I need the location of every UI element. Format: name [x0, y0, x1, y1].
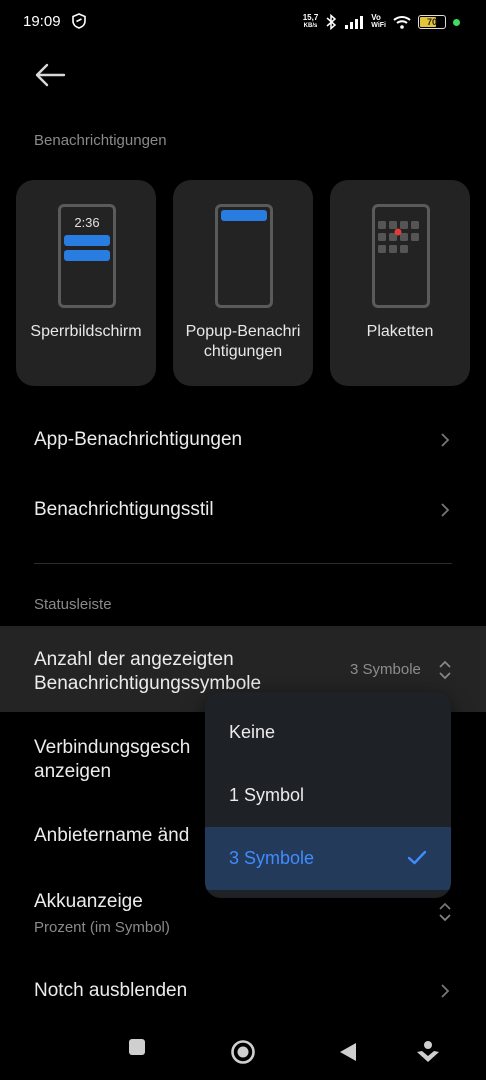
- net-speed: 15,7 KB/s: [303, 14, 319, 30]
- popup-phone-icon: [215, 204, 273, 308]
- card-popup[interactable]: Popup-Benachri chtigungen: [173, 180, 313, 386]
- updown-chevron-icon: [439, 902, 451, 922]
- notification-bar-2: [64, 250, 110, 261]
- status-icons: 15,7 KB/s Vo WiFi 70: [303, 10, 460, 34]
- chevron-right-icon: [441, 433, 450, 447]
- icons-count-dropdown: Keine 1 Symbol 3 Symbole: [205, 692, 451, 898]
- card-popup-label-line1: Popup-Benachri: [185, 323, 301, 340]
- wifi-icon: [393, 16, 411, 29]
- privacy-dot: [453, 18, 460, 26]
- net-speed-value: 15,7: [302, 13, 319, 22]
- lockscreen-phone-icon: 2:36: [58, 204, 116, 308]
- checkmark-icon: [407, 850, 427, 865]
- divider: [34, 563, 452, 564]
- connection-speed-line2: anzeigen: [34, 761, 112, 782]
- back-arrow-icon[interactable]: [34, 62, 66, 88]
- section-statusbar: Statusleiste: [34, 596, 112, 613]
- carrier-name-row[interactable]: Anbietername änd: [34, 825, 189, 847]
- battery-indicator-row[interactable]: Akkuanzeige: [34, 891, 143, 913]
- option-3-symbols-label: 3 Symbole: [229, 848, 315, 868]
- card-badges[interactable]: Plaketten: [330, 180, 470, 386]
- card-badges-label: Plaketten: [366, 323, 434, 340]
- icons-count-title: Anzahl der angezeigten Benachrichtigungs…: [34, 648, 261, 696]
- icons-count-value: 3 Symbole: [350, 661, 421, 678]
- shield-icon: [72, 13, 86, 29]
- vowifi-bottom: WiFi: [371, 22, 386, 29]
- icons-count-title-line1: Anzahl der angezeigten: [34, 649, 234, 670]
- notification-bar-1: [64, 235, 110, 246]
- chevron-right-icon: [441, 503, 450, 517]
- bluetooth-icon: [326, 14, 337, 30]
- option-none[interactable]: Keine: [205, 701, 451, 764]
- status-time: 19:09: [23, 13, 61, 30]
- connection-speed-line1: Verbindungsgesch: [34, 737, 191, 758]
- lockscreen-clock: 2:36: [74, 215, 100, 230]
- badges-phone-icon: [372, 204, 430, 308]
- battery-icon: 70: [418, 15, 446, 29]
- connection-speed-row[interactable]: Verbindungsgesch anzeigen: [34, 736, 190, 784]
- updown-chevron-icon: [439, 660, 451, 680]
- app-grid-icon: [378, 221, 419, 253]
- recents-icon[interactable]: [128, 1038, 146, 1056]
- assistant-icon[interactable]: [415, 1038, 441, 1064]
- card-lockscreen[interactable]: 2:36 Sperrbildschirm: [16, 180, 156, 386]
- option-1-symbol[interactable]: 1 Symbol: [205, 764, 451, 827]
- option-3-symbols[interactable]: 3 Symbole: [205, 827, 451, 890]
- card-popup-label-line2: chtigungen: [203, 343, 283, 360]
- battery-indicator-subtitle: Prozent (im Symbol): [34, 919, 170, 936]
- popup-notification-bar: [221, 210, 267, 221]
- hide-notch-row[interactable]: Notch ausblenden: [34, 980, 187, 1002]
- net-speed-unit: KB/s: [303, 23, 318, 29]
- card-lockscreen-label: Sperrbildschirm: [30, 323, 142, 340]
- back-icon[interactable]: [339, 1042, 357, 1062]
- vowifi-top: Vo: [371, 13, 381, 22]
- signal-icon: [345, 16, 364, 29]
- section-notifications: Benachrichtigungen: [34, 132, 167, 149]
- notification-type-cards: 2:36 Sperrbildschirm Popup-Benachri chti…: [16, 180, 470, 386]
- chevron-right-icon: [441, 984, 450, 998]
- vowifi-indicator: Vo WiFi: [371, 14, 386, 30]
- battery-percent: 70: [426, 17, 437, 27]
- notification-style-row[interactable]: Benachrichtigungsstil: [34, 499, 214, 521]
- home-icon[interactable]: [230, 1039, 256, 1065]
- card-popup-label: Popup-Benachri chtigungen: [173, 322, 313, 362]
- app-notifications-row[interactable]: App-Benachrichtigungen: [34, 429, 242, 451]
